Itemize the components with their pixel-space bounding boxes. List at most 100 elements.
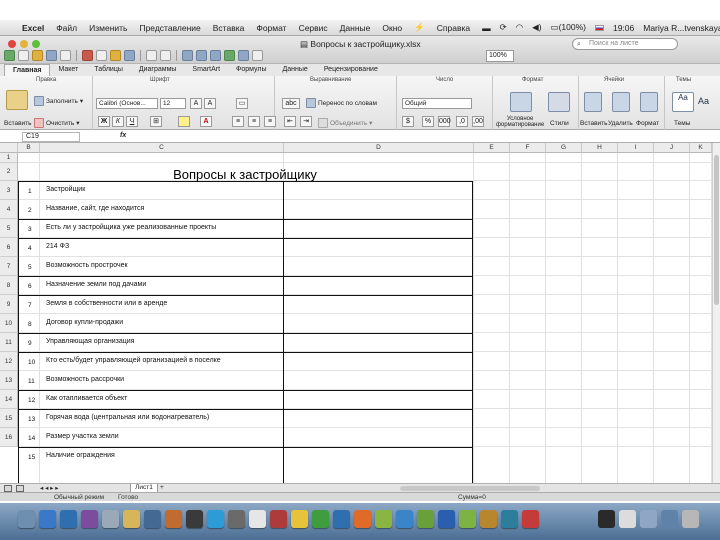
add-sheet-icon[interactable]: + — [160, 484, 164, 491]
print-icon[interactable] — [60, 50, 71, 61]
spreadsheet-grid[interactable]: BCDEFGHIJK 1 2 3 4 5 6 7 8 9 10 11 12 13 14 15 16 Вопро… — [0, 143, 712, 483]
stack-folder-icon[interactable] — [661, 510, 678, 528]
row-header[interactable]: 9 — [0, 295, 18, 314]
question-text[interactable]: 214 ФЗ — [46, 243, 69, 250]
merge-button[interactable]: Объединить ▾ — [318, 118, 372, 128]
paste-button[interactable]: Вставить — [4, 120, 32, 127]
format-painter-icon[interactable] — [124, 50, 135, 61]
clock[interactable]: 19:06 — [613, 23, 634, 33]
question-text[interactable]: Кто есть/будет управляющей организацией … — [46, 357, 221, 364]
trash-icon[interactable] — [682, 510, 699, 528]
grow-font-button[interactable]: A — [190, 98, 202, 109]
menu-tools[interactable]: Сервис — [299, 23, 328, 33]
italic-button[interactable]: К — [112, 116, 124, 127]
calendar-icon[interactable] — [249, 510, 266, 528]
row-header[interactable]: 11 — [0, 333, 18, 352]
fill-color-icon[interactable] — [178, 116, 190, 127]
question-number[interactable]: 12 — [28, 397, 35, 404]
column-header[interactable]: F — [510, 143, 546, 153]
themes-button[interactable]: Темы — [674, 120, 690, 127]
horizontal-scroll-thumb[interactable] — [400, 486, 540, 491]
facetime-icon[interactable] — [459, 510, 476, 528]
align-right-icon[interactable]: ≡ — [264, 116, 276, 127]
column-header[interactable]: E — [474, 143, 510, 153]
number-format-select[interactable]: Общий — [402, 98, 472, 109]
mail-icon[interactable] — [81, 510, 98, 528]
tab-smartart[interactable]: SmartArt — [184, 64, 228, 76]
conditional-format-icon[interactable] — [510, 92, 532, 112]
music-icon[interactable] — [598, 510, 615, 528]
increase-decimal-icon[interactable]: ,0 — [456, 116, 468, 127]
maps-icon[interactable] — [312, 510, 329, 528]
powerpoint-icon[interactable] — [354, 510, 371, 528]
answer-cell[interactable] — [283, 409, 473, 448]
row-header[interactable]: 2 — [0, 163, 18, 181]
column-header[interactable]: J — [654, 143, 690, 153]
increase-indent-icon[interactable]: ⇥ — [300, 116, 312, 127]
volume-icon[interactable]: ◀) — [532, 22, 541, 33]
vertical-scrollbar[interactable] — [712, 143, 720, 483]
answer-cell[interactable] — [283, 295, 473, 334]
question-number[interactable]: 4 — [28, 245, 32, 252]
save-icon[interactable] — [46, 50, 57, 61]
notes-icon[interactable] — [123, 510, 140, 528]
question-text[interactable]: Наличие ограждения — [46, 452, 115, 459]
app-menu-excel[interactable]: Excel — [22, 23, 44, 33]
answer-cell[interactable] — [283, 447, 473, 483]
zoom-select[interactable]: 100% — [486, 50, 514, 62]
answer-cell[interactable] — [283, 333, 473, 353]
shrink-font-button[interactable]: A — [204, 98, 216, 109]
insert-cells-button[interactable]: Вставить — [580, 120, 608, 127]
vpn-icon[interactable] — [501, 510, 518, 528]
answer-cell[interactable] — [283, 238, 473, 277]
question-text[interactable]: Земля в собственности или в аренде — [46, 300, 167, 307]
styles-icon[interactable] — [548, 92, 570, 112]
menu-insert[interactable]: Вставка — [213, 23, 245, 33]
question-text[interactable]: Застройщик — [46, 186, 85, 193]
question-number[interactable]: 10 — [28, 359, 35, 366]
question-number[interactable]: 15 — [28, 454, 35, 461]
itunes-icon[interactable] — [480, 510, 497, 528]
fx-icon[interactable]: fx — [120, 132, 126, 139]
column-header[interactable]: B — [18, 143, 40, 153]
outlook-icon[interactable] — [396, 510, 413, 528]
preview-icon[interactable] — [144, 510, 161, 528]
font-size-select[interactable]: 12 — [160, 98, 186, 109]
decrease-indent-icon[interactable]: ⇤ — [284, 116, 296, 127]
new-workbook-icon[interactable] — [18, 50, 29, 61]
question-number[interactable]: 14 — [28, 435, 35, 442]
photo-icon[interactable] — [165, 510, 182, 528]
themes-gallery[interactable]: Aa — [672, 92, 694, 112]
word-icon[interactable] — [333, 510, 350, 528]
row-header[interactable]: 10 — [0, 314, 18, 333]
select-all-corner[interactable] — [0, 143, 18, 153]
script-icon[interactable]: ⚡ — [414, 22, 425, 33]
user-name[interactable]: Mariya R...tvenskaya — [643, 23, 720, 33]
answer-cell[interactable] — [283, 181, 473, 220]
page-layout-view-icon[interactable] — [16, 485, 24, 492]
wifi-icon[interactable]: ◠ — [516, 22, 523, 33]
question-number[interactable]: 9 — [28, 340, 32, 347]
clear-format-icon[interactable]: ▭ — [236, 98, 248, 109]
question-text[interactable]: Размер участка земли — [46, 433, 119, 440]
tab-data[interactable]: Данные — [275, 64, 316, 76]
menu-data[interactable]: Данные — [340, 23, 371, 33]
percent-icon[interactable]: % — [422, 116, 434, 127]
font-name-select[interactable]: Calibri (Основ... — [96, 98, 158, 109]
theme-fonts-button[interactable]: Aa — [698, 96, 709, 106]
question-text[interactable]: Название, сайт, где находится — [46, 205, 144, 212]
flag-icon[interactable] — [594, 24, 604, 31]
documents-folder-icon[interactable] — [619, 510, 636, 528]
question-number[interactable]: 8 — [28, 321, 32, 328]
toolbox-icon[interactable] — [238, 50, 249, 61]
new-from-template-icon[interactable] — [4, 50, 15, 61]
column-header[interactable]: I — [618, 143, 654, 153]
close-window-button[interactable] — [8, 40, 16, 48]
question-number[interactable]: 1 — [28, 188, 32, 195]
question-number[interactable]: 5 — [28, 264, 32, 271]
sheet-title[interactable]: Вопросы к застройщику — [18, 167, 472, 182]
downloads-folder-icon[interactable] — [640, 510, 657, 528]
menu-format[interactable]: Формат — [256, 23, 286, 33]
paste-icon[interactable] — [110, 50, 121, 61]
clear-button[interactable]: Очистить ▾ — [34, 118, 80, 128]
